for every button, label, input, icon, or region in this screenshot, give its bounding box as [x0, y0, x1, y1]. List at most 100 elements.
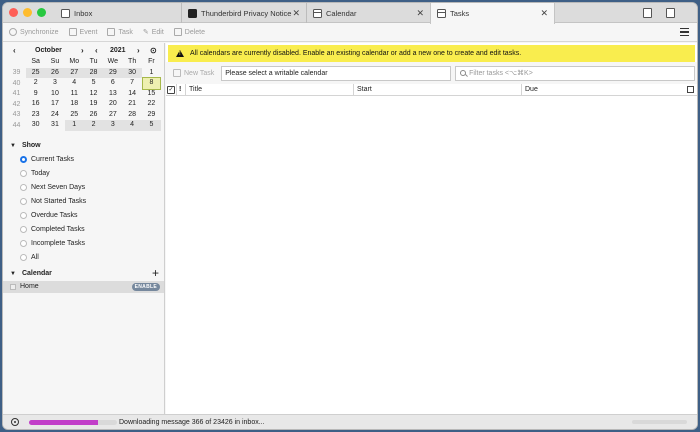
minimize-window-button[interactable] [23, 8, 32, 17]
calendar-name: Home [20, 283, 39, 290]
calendar-day[interactable]: 7 [122, 78, 141, 89]
calendar-day[interactable]: 20 [103, 99, 122, 110]
calendar-day[interactable]: 17 [45, 99, 64, 110]
calendar-day[interactable]: 26 [45, 67, 65, 78]
radio-icon [20, 226, 27, 233]
calendar-day[interactable]: 18 [65, 99, 84, 110]
online-status-icon[interactable] [11, 418, 19, 426]
filter-overdue[interactable]: Overdue Tasks [3, 209, 164, 223]
new-task-toolbar-button[interactable]: Task [107, 28, 133, 36]
next-month-button[interactable]: › [81, 46, 84, 55]
calendar-day[interactable]: 3 [103, 120, 123, 131]
calendar-day[interactable]: 30 [122, 67, 142, 78]
next-year-button[interactable]: › [137, 46, 140, 55]
tab-calendar[interactable]: Calendar ✕ [306, 3, 430, 23]
calendar-day[interactable]: 10 [45, 89, 64, 100]
tab-privacy-notice[interactable]: Thunderbird Privacy Notice ✕ [181, 3, 306, 23]
calendar-day[interactable]: 5 [84, 78, 103, 89]
filter-completed[interactable]: Completed Tasks [3, 223, 164, 237]
calendar-day[interactable]: 23 [26, 110, 45, 121]
quick-add-task-input[interactable]: Please select a writable calendar [221, 65, 452, 81]
calendar-view-icon[interactable] [643, 8, 652, 18]
start-column-header[interactable]: Start [354, 83, 522, 96]
due-column-header[interactable]: Due [522, 84, 688, 96]
filter-all[interactable]: All [3, 251, 164, 265]
calendar-day[interactable]: 6 [103, 78, 122, 89]
filter-not-started[interactable]: Not Started Tasks [3, 195, 164, 209]
filter-today[interactable]: Today [3, 167, 164, 181]
filter-tasks-input[interactable]: Filter tasks <⌥⌘K> [455, 65, 695, 81]
enable-calendar-button[interactable]: ENABLE [131, 282, 160, 291]
calendar-day[interactable]: 29 [103, 67, 123, 78]
zoom-window-button[interactable] [37, 8, 46, 17]
calendar-day[interactable]: 2 [26, 78, 45, 89]
add-calendar-icon[interactable]: + [152, 266, 159, 280]
filter-next-seven-days[interactable]: Next Seven Days [3, 181, 164, 195]
mail-icon [61, 8, 70, 18]
week-number: 39 [12, 69, 21, 77]
calendar-day[interactable]: 19 [84, 99, 103, 110]
calendar-day[interactable]: 16 [26, 99, 45, 110]
calendar-day[interactable]: 30 [26, 120, 45, 131]
calendar-day[interactable]: 22 [142, 99, 161, 110]
close-tab-icon[interactable]: ✕ [416, 8, 424, 19]
filter-placeholder: Filter tasks <⌥⌘K> [469, 70, 533, 77]
month-label: October [35, 46, 62, 54]
close-tab-icon[interactable]: ✕ [292, 8, 300, 19]
tab-tasks[interactable]: Tasks ✕ [430, 3, 555, 24]
prev-year-button[interactable]: ‹ [95, 46, 98, 55]
calendar-day[interactable]: 27 [64, 67, 84, 78]
chevron-down-icon: ▼ [10, 270, 16, 277]
calendar-day[interactable]: 12 [84, 89, 103, 100]
calendar-day[interactable]: 28 [83, 67, 104, 78]
filter-label: Next Seven Days [31, 184, 86, 191]
prev-month-button[interactable]: ‹ [13, 46, 16, 55]
calendar-color-swatch [10, 283, 16, 290]
calendar-day[interactable]: 31 [45, 120, 64, 131]
calendar-day[interactable]: 24 [45, 110, 64, 121]
title-column-header[interactable]: Title [186, 83, 354, 96]
tab-inbox[interactable]: Inbox [55, 3, 180, 23]
calendar-list-item[interactable]: Home ENABLE [3, 280, 164, 293]
close-tab-icon[interactable]: ✕ [540, 8, 548, 19]
radio-icon [20, 240, 27, 247]
filter-incomplete[interactable]: Incomplete Tasks [3, 237, 164, 251]
calendar-day[interactable]: 1 [64, 120, 84, 131]
completed-column-header[interactable]: ✓ [166, 83, 177, 96]
calendar-section-header[interactable]: ▼ Calendar + [3, 266, 164, 281]
edit-button[interactable]: ✎ Edit [143, 28, 164, 37]
task-list[interactable] [166, 96, 697, 414]
calendar-day[interactable]: 5 [141, 120, 162, 131]
calendar-day[interactable]: 15 [142, 89, 161, 100]
calendar-day[interactable]: 2 [83, 120, 104, 131]
calendar-day[interactable]: 14 [122, 89, 141, 100]
calendar-day[interactable]: 29 [142, 110, 161, 121]
close-window-button[interactable] [9, 8, 18, 17]
calendar-day[interactable]: 4 [122, 120, 142, 131]
new-event-button[interactable]: Event [68, 28, 97, 36]
calendar-day[interactable]: 13 [103, 89, 122, 100]
calendar-day[interactable]: 11 [65, 89, 84, 100]
download-progress-bar [29, 419, 117, 425]
calendar-day[interactable]: 9 [26, 89, 45, 100]
calendar-day[interactable]: 26 [84, 110, 103, 121]
synchronize-button[interactable]: Synchronize [9, 28, 59, 36]
calendar-day[interactable]: 27 [103, 110, 122, 121]
calendar-day[interactable]: 21 [122, 99, 141, 110]
new-task-button[interactable]: New Task [170, 69, 217, 77]
delete-button[interactable]: Delete [173, 28, 205, 36]
calendar-day[interactable]: 3 [45, 78, 64, 89]
tasks-view-icon[interactable] [666, 8, 675, 18]
priority-column-header[interactable]: ! [177, 83, 186, 96]
sync-icon [9, 28, 17, 36]
calendar-day[interactable]: 28 [122, 110, 141, 121]
today-icon[interactable]: ⊙ [150, 46, 157, 55]
calendar-day[interactable]: 25 [65, 110, 84, 121]
calendar-day[interactable]: 25 [26, 67, 46, 78]
tab-bar: Inbox Thunderbird Privacy Notice ✕ Calen… [3, 3, 697, 24]
show-section-header[interactable]: ▼ Show [3, 139, 164, 153]
filter-current-tasks[interactable]: Current Tasks [3, 153, 164, 167]
calendar-day[interactable]: 4 [65, 78, 84, 89]
app-menu-icon[interactable] [680, 28, 689, 36]
column-picker-icon[interactable] [687, 86, 694, 93]
